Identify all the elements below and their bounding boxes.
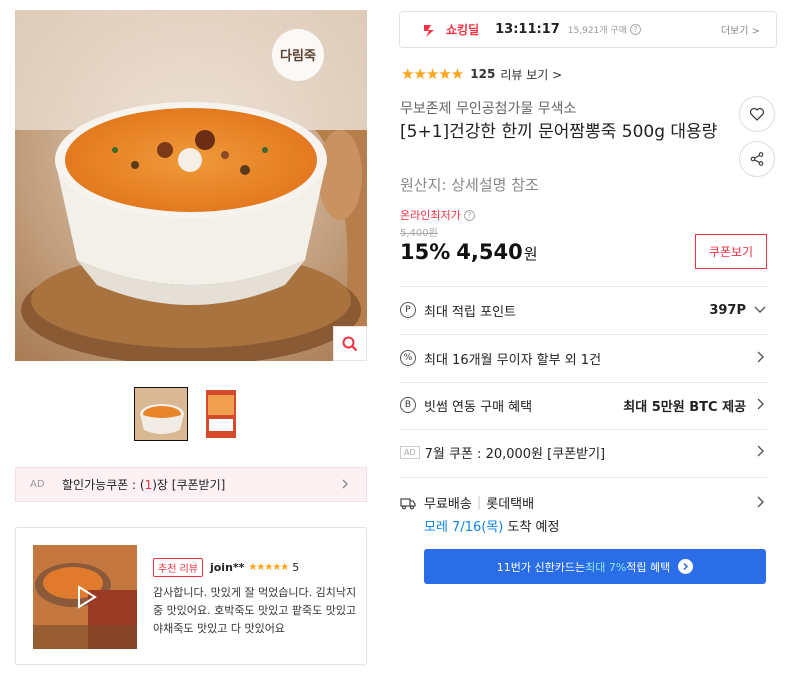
thumbnail-porridge[interactable] bbox=[134, 387, 188, 441]
benefit-label: 7월 쿠폰 : 20,000원 [쿠폰받기] bbox=[424, 446, 606, 462]
view-coupon-button[interactable]: 쿠폰보기 bbox=[695, 234, 767, 269]
chevron-right-icon bbox=[757, 351, 764, 363]
original-price: 5,400원 bbox=[400, 228, 438, 239]
shinhan-card-banner[interactable]: 11번가 신한카드는 최대 7% 적립 혜택 bbox=[424, 549, 766, 584]
chevron-right-icon bbox=[342, 479, 348, 489]
point-icon: P bbox=[400, 302, 416, 318]
thumbnail-image bbox=[135, 388, 187, 440]
online-lowest-price-label: 온라인최저가 ? bbox=[400, 207, 475, 223]
benefit-value: 최대 5만원 BTC 제공 bbox=[623, 399, 746, 415]
price-row: 15% 4,540 원 bbox=[400, 240, 538, 264]
brand-logo: 다림죽 bbox=[280, 48, 316, 64]
chevron-right-icon bbox=[757, 445, 764, 457]
review-text: 감사합니다. 맛있게 잘 먹었습니다. 김치낙지 중 맛있어요. 호박죽도 맛있… bbox=[153, 586, 357, 635]
review-score: 5 bbox=[292, 561, 300, 574]
currency-unit: 원 bbox=[523, 245, 538, 263]
purchase-count: 15,921개 구매 bbox=[567, 26, 627, 36]
benefit-points[interactable]: P 최대 적립 포인트 397P bbox=[400, 300, 768, 320]
ad-label: AD bbox=[400, 445, 420, 459]
chevron-right-icon bbox=[757, 496, 764, 508]
benefit-label: 최대 적립 포인트 bbox=[424, 304, 516, 320]
coupon-available-bar[interactable]: AD 할인가능쿠폰 : (1)장 [쿠폰받기] bbox=[15, 467, 367, 502]
more-link[interactable]: 더보기 > bbox=[721, 22, 760, 37]
benefit-value: 397P bbox=[709, 302, 746, 318]
benefit-label: 최대 16개월 무이자 할부 외 1건 bbox=[424, 352, 602, 368]
shipping-info[interactable]: 무료배송 | 롯데택배 모레 7/16(목) 도착 예정 bbox=[400, 493, 768, 535]
zoom-button[interactable] bbox=[333, 326, 367, 361]
divider bbox=[399, 382, 767, 383]
divider bbox=[399, 477, 767, 478]
product-origin: 원산지: 상세설명 참조 bbox=[400, 176, 539, 194]
shocking-deal-icon bbox=[424, 24, 434, 37]
final-price: 4,540 bbox=[456, 240, 523, 264]
separator: | bbox=[476, 495, 482, 510]
divider bbox=[399, 334, 767, 335]
reviewer-name: join** bbox=[209, 561, 245, 574]
review-header: 추천 리뷰 join** ★★★★★ 5 bbox=[153, 558, 299, 577]
search-icon bbox=[342, 336, 358, 351]
review-video-thumbnail[interactable] bbox=[33, 545, 137, 649]
wishlist-button[interactable] bbox=[739, 96, 775, 132]
percent-icon: % bbox=[400, 350, 416, 366]
benefit-july-coupon[interactable]: AD 7월 쿠폰 : 20,000원 [쿠폰받기] bbox=[400, 442, 768, 462]
star-rating: ★★★★★ bbox=[401, 65, 464, 83]
product-seller-tagline: 무보존제 무인공첨가물 무색소 bbox=[400, 101, 577, 117]
help-icon[interactable]: ? bbox=[463, 209, 475, 221]
heart-icon bbox=[749, 107, 765, 121]
share-icon bbox=[750, 152, 764, 166]
free-shipping-label: 무료배송 bbox=[424, 497, 472, 512]
review-star-rating: ★★★★★ bbox=[248, 562, 289, 573]
benefit-bithumb[interactable]: B 빗썸 연동 구매 혜택 최대 5만원 BTC 제공 bbox=[400, 395, 768, 415]
play-icon[interactable] bbox=[71, 583, 99, 611]
chevron-down-icon bbox=[754, 306, 766, 313]
benefit-label: 빗썸 연동 구매 혜택 bbox=[424, 399, 533, 415]
bitcoin-icon: B bbox=[400, 397, 416, 413]
banner-highlight: 최대 7% bbox=[585, 560, 627, 574]
divider bbox=[399, 429, 767, 430]
truck-icon bbox=[400, 497, 416, 509]
review-count: 125 bbox=[470, 67, 496, 81]
deal-timer: 13:11:17 bbox=[495, 22, 560, 37]
product-title: [5+1]건강한 한끼 문어짬뽕죽 500g 대용량 bbox=[400, 122, 718, 142]
share-button[interactable] bbox=[739, 141, 775, 177]
carrier-name: 롯데택배 bbox=[486, 497, 535, 512]
thumbnail-package[interactable] bbox=[195, 387, 249, 441]
thumbnail-image bbox=[195, 387, 249, 441]
coupon-text: 할인가능쿠폰 : (1)장 [쿠폰받기] bbox=[62, 478, 226, 492]
review-link[interactable]: 리뷰 보기 > bbox=[500, 66, 562, 83]
discount-rate: 15% bbox=[400, 240, 451, 264]
porridge-photo: 다림죽 bbox=[15, 10, 367, 361]
shocking-deal-bar: 쇼킹딜 13:11:17 15,921개 구매 ? 더보기 > bbox=[399, 11, 777, 48]
product-main-image[interactable]: 다림죽 bbox=[15, 10, 367, 361]
help-icon[interactable]: ? bbox=[630, 24, 641, 35]
divider bbox=[399, 286, 767, 287]
ad-label: AD bbox=[30, 479, 45, 490]
recommended-review-card[interactable]: 추천 리뷰 join** ★★★★★ 5 감사합니다. 맛있게 잘 먹었습니다.… bbox=[15, 527, 367, 665]
arrow-right-icon bbox=[678, 559, 694, 574]
chevron-right-icon bbox=[757, 398, 764, 410]
deal-label: 쇼킹딜 bbox=[446, 23, 480, 37]
rating-summary[interactable]: ★★★★★ 125 리뷰 보기 > bbox=[401, 65, 562, 83]
recommended-badge: 추천 리뷰 bbox=[153, 558, 203, 577]
benefit-installment[interactable]: % 최대 16개월 무이자 할부 외 1건 bbox=[400, 348, 768, 368]
delivery-date: 모레 7/16(목) 도착 예정 bbox=[424, 520, 560, 535]
